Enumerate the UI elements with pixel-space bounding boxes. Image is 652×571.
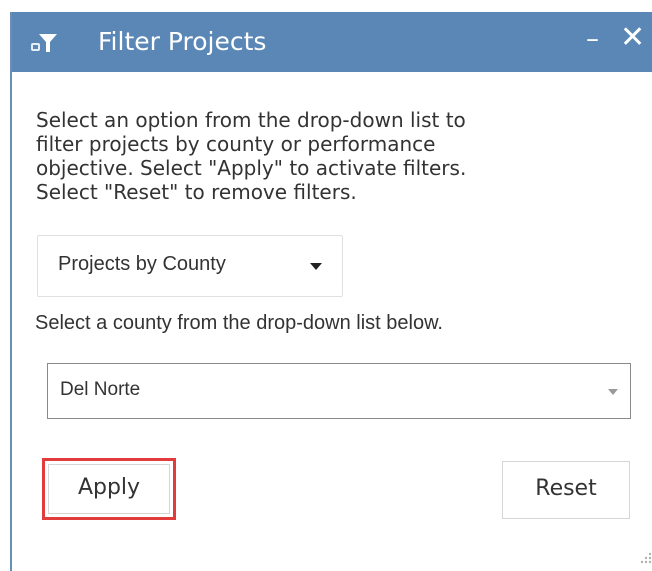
panel-title: Filter Projects: [98, 27, 267, 56]
reset-button[interactable]: Reset: [502, 461, 630, 519]
county-selected: Del Norte: [60, 379, 141, 400]
instructions-line: objective. Select "Apply" to activate fi…: [36, 156, 467, 180]
caret-down-icon: [608, 389, 618, 395]
instructions-line: filter projects by county or performance: [36, 132, 436, 156]
reset-button-label: Reset: [535, 476, 597, 501]
apply-button[interactable]: Apply: [42, 458, 176, 520]
close-button[interactable]: ✕: [620, 20, 645, 55]
filter-mode-dropdown[interactable]: Projects by County: [37, 235, 343, 297]
instructions-line: Select an option from the drop-down list…: [36, 108, 466, 132]
instructions-text: Select an option from the drop-down list…: [36, 108, 626, 204]
resize-handle-icon[interactable]: [640, 552, 652, 564]
county-dropdown[interactable]: Del Norte: [47, 363, 631, 419]
instructions-line: Select "Reset" to remove filters.: [36, 180, 357, 204]
apply-button-label: Apply: [77, 475, 141, 500]
filter-projects-panel: Filter Projects – ✕ Select an option fro…: [10, 12, 652, 571]
filter-icon: [31, 34, 57, 52]
filter-mode-selected: Projects by County: [58, 253, 226, 275]
panel-titlebar[interactable]: Filter Projects – ✕: [12, 12, 652, 72]
caret-down-icon: [310, 263, 322, 270]
minimize-button[interactable]: –: [586, 24, 599, 54]
county-prompt-label: Select a county from the drop-down list …: [35, 312, 443, 334]
